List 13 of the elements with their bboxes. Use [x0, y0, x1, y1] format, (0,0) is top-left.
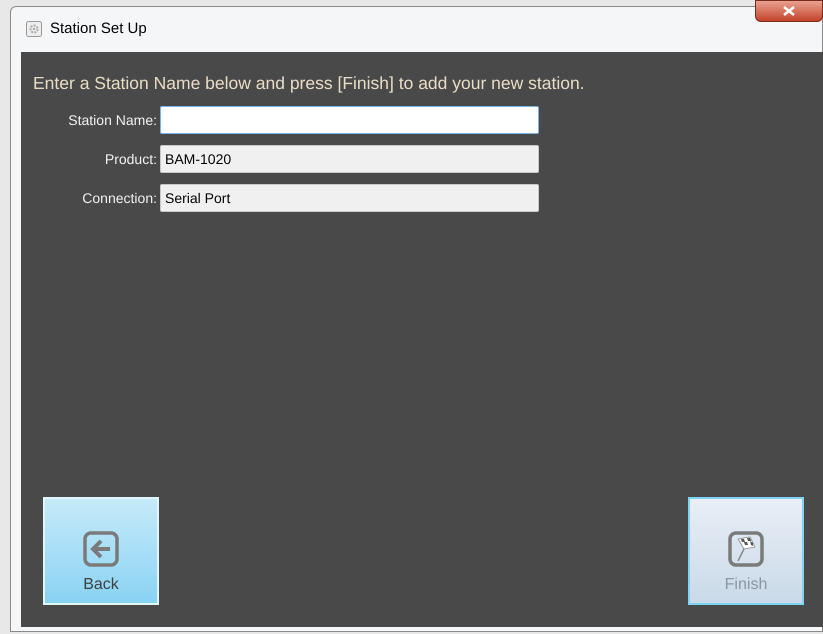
back-button[interactable]: Back — [43, 497, 159, 605]
gear-icon — [26, 21, 42, 37]
text-field[interactable] — [160, 106, 539, 134]
text-field[interactable]: BAM-1020 — [160, 145, 539, 174]
checkered-flag-icon — [728, 531, 764, 567]
field-label: Connection: — [81, 188, 158, 208]
close-button[interactable] — [755, 0, 823, 22]
field-label: Station Name: — [67, 110, 158, 130]
instruction-text: Enter a Station Name below and press [Finish] to add your new station. — [33, 72, 586, 95]
text-field[interactable]: Serial Port — [160, 184, 539, 212]
field-label: Product: — [104, 150, 158, 169]
close-icon — [783, 6, 795, 16]
window-title: Station Set Up — [50, 18, 147, 39]
